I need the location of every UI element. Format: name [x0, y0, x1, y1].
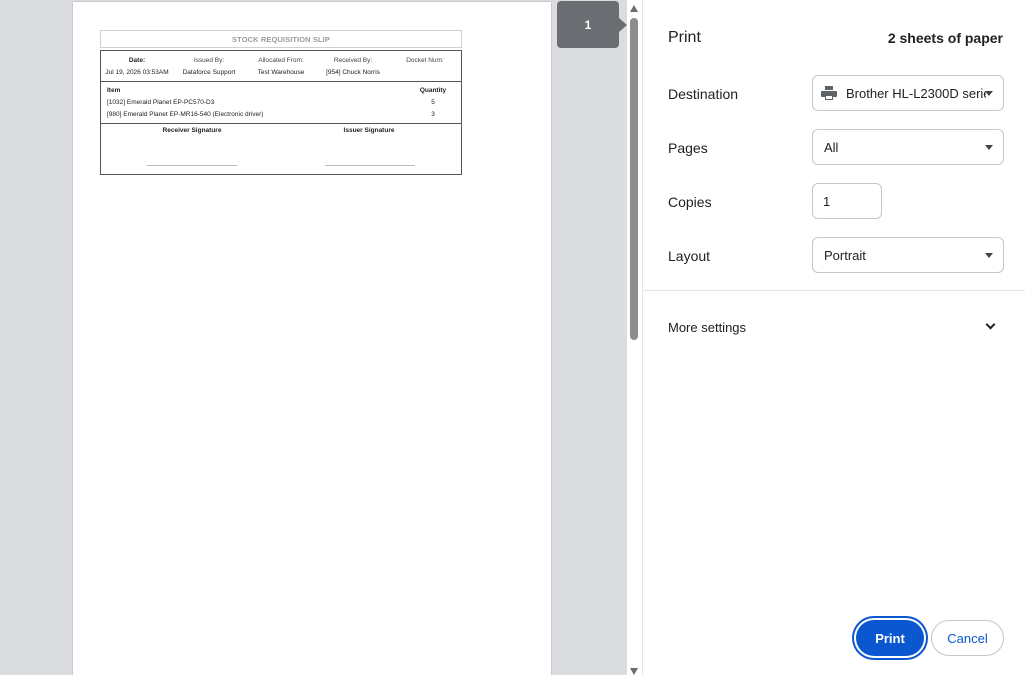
more-settings-toggle[interactable]: More settings [643, 306, 1025, 348]
item-name: [1032] Emerald Planet EP-PC570-D3 [107, 99, 215, 106]
preview-scrollbar[interactable] [627, 0, 642, 675]
copies-input[interactable] [812, 183, 882, 219]
print-button[interactable]: Print [856, 620, 924, 656]
destination-label: Destination [668, 86, 739, 102]
header-value-issued-by: Dataforce Support [182, 69, 236, 76]
slip-body: Date: Issued By: Allocated From: Receive… [100, 50, 462, 175]
slip-header-labels: Date: Issued By: Allocated From: Receive… [101, 57, 461, 64]
header-value-received-by: [954] Chuck Norris [326, 69, 380, 76]
header-value-allocated-from: Test Warehouse [257, 69, 305, 76]
pages-value: All [824, 139, 839, 155]
page-number-badge[interactable]: 1 [557, 1, 627, 48]
items-col-item: Item [107, 87, 121, 94]
item-qty: 3 [431, 111, 435, 118]
header-label-docket-num: Docket Num: [406, 57, 444, 64]
dropdown-caret-icon [985, 91, 993, 96]
printer-icon [821, 86, 837, 100]
chevron-down-icon [985, 319, 996, 330]
divider [101, 123, 461, 124]
slip-items: Item Quantity [1032] Emerald Planet EP-P… [107, 85, 447, 121]
dropdown-caret-icon [985, 253, 993, 258]
more-settings-label: More settings [668, 320, 747, 335]
dropdown-caret-icon [985, 145, 993, 150]
slip-header-values: Jul 19, 2026 03:53AM Dataforce Support T… [101, 69, 461, 76]
pages-label: Pages [668, 140, 708, 156]
destination-select[interactable]: Brother HL-L2300D series [812, 75, 1004, 111]
divider [643, 290, 1025, 291]
cancel-button[interactable]: Cancel [931, 620, 1004, 656]
slip-title: STOCK REQUISITION SLIP [100, 30, 462, 48]
header-value-docket-num [389, 69, 461, 76]
header-label-allocated-from: Allocated From: [258, 57, 304, 64]
issuer-signature-label: Issuer Signature [343, 127, 395, 134]
copies-label: Copies [668, 194, 712, 210]
header-value-date: Jul 19, 2026 03:53AM [105, 69, 169, 76]
list-item: [980] Emerald Planet EP-MR16-540 (Electr… [107, 109, 447, 121]
divider [101, 81, 461, 82]
item-qty: 5 [431, 99, 435, 106]
print-preview-area: STOCK REQUISITION SLIP Date: Issued By: … [0, 0, 627, 675]
layout-label: Layout [668, 248, 711, 264]
items-col-quantity: Quantity [419, 87, 447, 94]
items-header-row: Item Quantity [107, 85, 447, 97]
header-label-received-by: Received By: [333, 57, 373, 64]
header-label-issued-by: Issued By: [193, 57, 225, 64]
destination-value: Brother HL-L2300D series [846, 85, 986, 101]
panel-title: Print [668, 29, 701, 46]
preview-page: STOCK REQUISITION SLIP Date: Issued By: … [73, 2, 551, 675]
list-item: [1032] Emerald Planet EP-PC570-D3 5 [107, 97, 447, 109]
pages-select[interactable]: All [812, 129, 1004, 165]
scroll-up-arrow-icon[interactable] [630, 5, 638, 12]
receiver-signature-label: Receiver Signature [162, 127, 222, 134]
sheet-count: 2 sheets of paper [887, 30, 1003, 46]
layout-select[interactable]: Portrait [812, 237, 1004, 273]
scroll-down-arrow-icon[interactable] [630, 668, 638, 675]
issuer-signature-line [325, 165, 415, 166]
header-label-date: Date: [128, 57, 146, 64]
item-name: [980] Emerald Planet EP-MR16-540 (Electr… [107, 111, 264, 118]
scrollbar-thumb[interactable] [630, 18, 638, 340]
print-settings-panel: Print 2 sheets of paper Destination Brot… [642, 0, 1025, 675]
layout-value: Portrait [824, 247, 866, 263]
receiver-signature-line [147, 165, 237, 166]
